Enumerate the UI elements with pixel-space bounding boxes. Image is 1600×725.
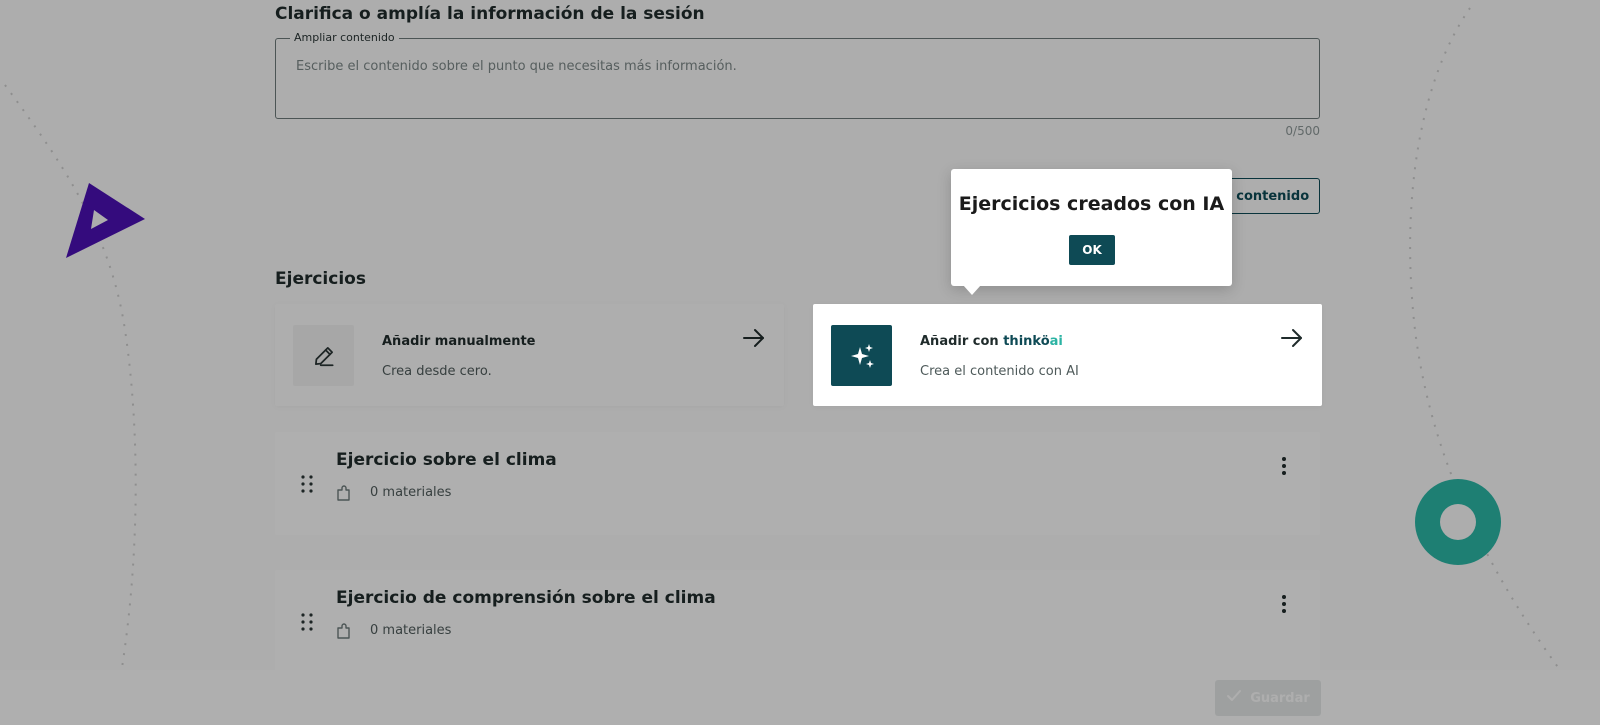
arrow-right-icon bbox=[1280, 328, 1304, 352]
popover-tail bbox=[963, 285, 981, 295]
page: Clarifica o amplía la información de la … bbox=[0, 0, 1600, 725]
add-with-ai-card[interactable]: Añadir con thinköai Crea el contenido co… bbox=[813, 304, 1322, 406]
brand-name: thinkö bbox=[1003, 334, 1050, 349]
ok-button[interactable]: OK bbox=[1069, 235, 1115, 265]
add-with-ai-prefix: Añadir con bbox=[920, 334, 1004, 349]
brand-ai: ai bbox=[1049, 334, 1063, 349]
tour-overlay[interactable] bbox=[0, 0, 1600, 725]
tour-popover: Ejercicios creados con IA OK bbox=[951, 169, 1232, 295]
add-with-ai-title: Añadir con thinköai bbox=[920, 334, 1063, 349]
add-with-ai-desc: Crea el contenido con AI bbox=[920, 364, 1079, 379]
sparkles-icon bbox=[831, 325, 892, 386]
popover-title: Ejercicios creados con IA bbox=[958, 193, 1225, 215]
